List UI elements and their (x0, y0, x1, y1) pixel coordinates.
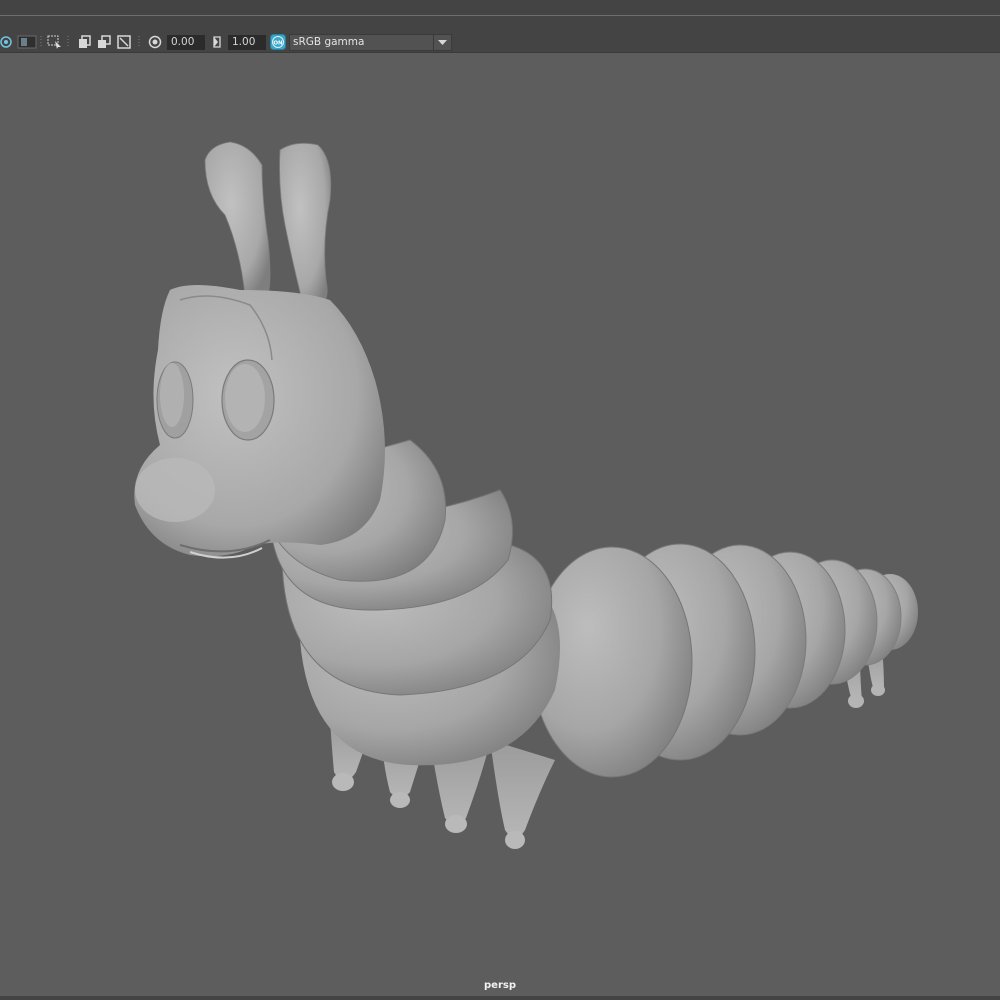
body-segments (531, 543, 918, 778)
view-transform-select[interactable]: sRGB gamma (289, 34, 452, 51)
grid-toggle-icon[interactable] (78, 35, 92, 49)
color-management-toggle-icon[interactable]: ON (270, 34, 286, 50)
exposure-icon[interactable] (148, 35, 162, 49)
dropdown-arrow-icon[interactable] (433, 35, 451, 50)
isolate-select-icon[interactable] (0, 35, 14, 49)
view-transform-value: sRGB gamma (293, 36, 365, 48)
color-management-badge: ON (273, 41, 283, 47)
viewport-bottom-border (0, 996, 1000, 1000)
caterpillar-model[interactable] (0, 53, 1000, 996)
viewport-toolbar: 0.00 1.00 ON (0, 16, 1000, 53)
caterpillar-head (134, 141, 385, 559)
perspective-viewport[interactable] (0, 53, 1000, 996)
camera-label: persp (484, 980, 516, 991)
gamma-field[interactable]: 1.00 (228, 35, 266, 50)
menu-bar-strip (0, 0, 1000, 15)
select-camera-icon[interactable] (47, 35, 61, 49)
resolution-gate-icon[interactable] (117, 35, 131, 49)
separator-icon (65, 35, 79, 49)
film-gate-icon[interactable] (97, 35, 111, 49)
exposure-field[interactable]: 0.00 (167, 35, 205, 50)
xray-toggle-icon[interactable] (17, 35, 37, 49)
gamma-icon[interactable] (210, 35, 224, 49)
